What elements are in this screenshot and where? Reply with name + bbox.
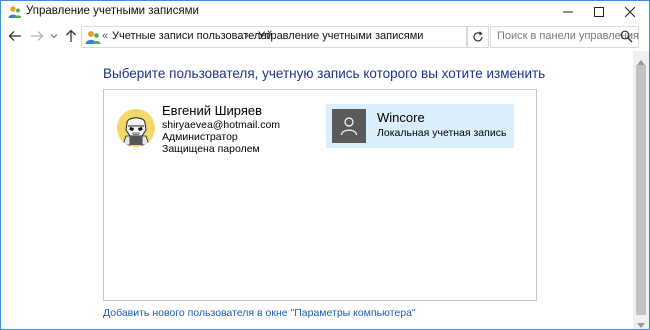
forward-button[interactable] — [29, 28, 45, 44]
user-accounts-list: Евгений Ширяев shiryaevea@hotmail.com Ад… — [103, 89, 537, 301]
minimize-button[interactable] — [553, 1, 583, 23]
recent-locations-button[interactable] — [49, 28, 59, 44]
search-box[interactable]: Поиск в панели управления — [490, 26, 639, 48]
back-button[interactable] — [7, 28, 23, 44]
arrow-up-icon — [66, 29, 76, 42]
user-password-status: Защищена паролем — [162, 143, 260, 155]
breadcrumb-manage-accounts[interactable]: Управление учетными записями — [258, 30, 423, 42]
stormtrooper-avatar — [117, 109, 155, 147]
user-accounts-icon — [85, 29, 101, 45]
close-button[interactable] — [615, 1, 645, 23]
user-name: Евгений Ширяев — [162, 103, 263, 118]
user-account-evgeny[interactable]: Евгений Ширяев shiryaevea@hotmail.com Ад… — [104, 90, 324, 160]
user-email: shiryaevea@hotmail.com — [162, 119, 281, 131]
maximize-button[interactable] — [584, 1, 614, 23]
refresh-icon — [473, 31, 483, 42]
breadcrumb-overflow[interactable]: « — [102, 30, 108, 42]
search-icon[interactable] — [620, 30, 634, 44]
window-title: Управление учетными записями — [26, 5, 199, 17]
arrow-right-icon — [31, 31, 44, 41]
user-account-wincore[interactable]: Wincore Локальная учетная запись — [326, 104, 514, 148]
breadcrumb-separator[interactable]: › — [245, 30, 249, 42]
close-icon — [625, 7, 635, 17]
address-bar[interactable]: « Учетные записи пользователей › Управле… — [81, 26, 539, 48]
user-name: Wincore — [377, 110, 425, 125]
up-button[interactable] — [63, 28, 79, 44]
title-bar[interactable]: Управление учетными записями — [1, 1, 649, 23]
maximize-icon — [594, 7, 604, 17]
arrow-left-icon — [8, 31, 21, 41]
user-accounts-icon — [8, 5, 22, 19]
control-panel-window: Управление учетными записями « Учетные з… — [0, 0, 650, 330]
page-heading: Выберите пользователя, учетную запись ко… — [103, 66, 546, 81]
minimize-icon — [563, 11, 573, 13]
vertical-scrollbar[interactable] — [633, 51, 649, 329]
chevron-down-icon — [50, 34, 58, 39]
scroll-down-arrow-icon[interactable] — [637, 317, 645, 329]
scrollbar-thumb[interactable] — [636, 65, 646, 315]
default-user-avatar — [332, 109, 366, 143]
navigation-bar: « Учетные записи пользователей › Управле… — [1, 24, 649, 50]
user-account-type: Локальная учетная запись — [377, 127, 507, 139]
add-new-user-link[interactable]: Добавить нового пользователя в окне "Пар… — [103, 307, 416, 319]
refresh-button[interactable] — [467, 26, 489, 48]
user-role: Администратор — [162, 131, 238, 143]
person-icon — [340, 117, 358, 136]
search-input[interactable]: Поиск в панели управления — [497, 30, 639, 42]
